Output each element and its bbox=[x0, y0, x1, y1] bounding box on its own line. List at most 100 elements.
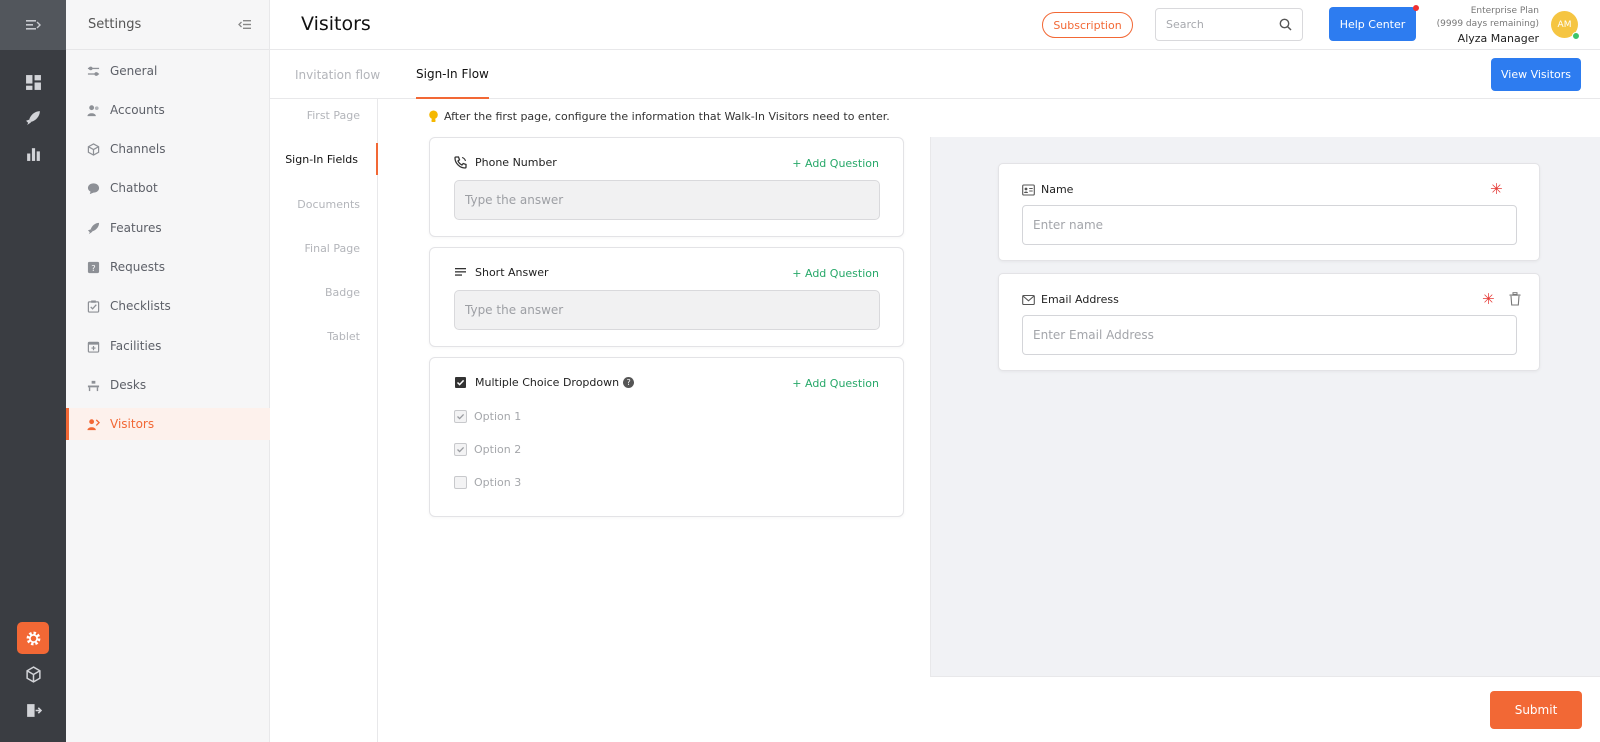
submit-button[interactable]: Submit bbox=[1490, 691, 1582, 729]
option-label: Option 1 bbox=[474, 410, 522, 423]
search-input[interactable] bbox=[1166, 18, 1266, 31]
settings-item-facilities[interactable]: Facilities bbox=[66, 330, 270, 362]
option-item[interactable]: Option 2 bbox=[454, 443, 521, 456]
rail-launch-button[interactable] bbox=[17, 101, 49, 133]
question-square-icon: ? bbox=[87, 261, 99, 273]
visitor-icon bbox=[86, 418, 100, 430]
rail-logout-button[interactable] bbox=[17, 694, 49, 726]
subnav-tablet[interactable]: Tablet bbox=[270, 320, 378, 352]
settings-item-label: Desks bbox=[110, 378, 147, 392]
settings-panel: Settings General Accounts Channels Chatb… bbox=[66, 0, 270, 742]
settings-item-label: Features bbox=[110, 221, 162, 235]
settings-item-features[interactable]: Features bbox=[66, 212, 270, 244]
tab-invitation-flow[interactable]: Invitation flow bbox=[295, 50, 380, 99]
online-status-dot bbox=[1572, 32, 1580, 40]
package-icon bbox=[25, 665, 41, 683]
add-question-button[interactable]: + Add Question bbox=[792, 267, 879, 280]
settings-gear-icon bbox=[26, 631, 40, 645]
configuration-hint: After the first page, configure the info… bbox=[428, 110, 890, 123]
settings-item-label: Requests bbox=[110, 260, 165, 274]
cube-icon bbox=[87, 142, 99, 156]
user-name[interactable]: Alyza Manager bbox=[1395, 31, 1539, 46]
svg-text:?: ? bbox=[91, 262, 95, 272]
checkbox-checked-icon bbox=[455, 377, 466, 388]
settings-item-accounts[interactable]: Accounts bbox=[66, 94, 270, 126]
phone-icon bbox=[454, 156, 467, 169]
mail-icon bbox=[1022, 294, 1035, 305]
app-rail bbox=[0, 0, 66, 742]
settings-item-visitors[interactable]: Visitors bbox=[66, 408, 270, 440]
preview-field-name: Name ✳ bbox=[998, 163, 1540, 261]
search-icon[interactable] bbox=[1279, 18, 1292, 31]
rocket-icon bbox=[87, 222, 99, 234]
sign-in-subnav: First Page Sign-In Fields Documents Fina… bbox=[270, 99, 378, 742]
preview-footer: Submit bbox=[930, 676, 1600, 742]
check-icon bbox=[457, 413, 465, 420]
field-header: Email Address bbox=[1022, 293, 1119, 306]
short-text-icon bbox=[455, 268, 466, 276]
search-box[interactable] bbox=[1155, 8, 1303, 41]
name-input[interactable] bbox=[1022, 205, 1517, 245]
tab-sign-in-flow[interactable]: Sign-In Flow bbox=[416, 50, 489, 99]
plan-name: Enterprise Plan bbox=[1470, 6, 1539, 16]
settings-item-general[interactable]: General bbox=[66, 55, 270, 87]
field-label: Name bbox=[1041, 183, 1074, 196]
add-question-button[interactable]: + Add Question bbox=[792, 377, 879, 390]
preview-field-email: Email Address ✳ bbox=[998, 273, 1540, 371]
email-input[interactable] bbox=[1022, 315, 1517, 355]
subscription-button[interactable]: Subscription bbox=[1042, 12, 1133, 38]
phone-answer-input[interactable] bbox=[454, 180, 880, 220]
rocket-icon bbox=[25, 110, 40, 125]
settings-header: Settings bbox=[66, 0, 269, 50]
short-answer-input[interactable] bbox=[454, 290, 880, 330]
subnav-badge[interactable]: Badge bbox=[270, 276, 378, 308]
settings-item-desks[interactable]: Desks bbox=[66, 369, 270, 401]
rail-settings-button[interactable] bbox=[17, 622, 49, 654]
collapse-panel-icon[interactable] bbox=[238, 19, 251, 30]
option-checkbox[interactable] bbox=[454, 410, 467, 423]
flow-tabs: Invitation flow Sign-In Flow View Visito… bbox=[270, 50, 1600, 99]
chat-bubble-icon bbox=[87, 182, 99, 194]
users-icon bbox=[86, 104, 99, 116]
field-label: Email Address bbox=[1041, 293, 1119, 306]
settings-item-channels[interactable]: Channels bbox=[66, 133, 270, 165]
subnav-first-page[interactable]: First Page bbox=[270, 99, 378, 131]
hint-text: After the first page, configure the info… bbox=[444, 110, 890, 123]
settings-item-requests[interactable]: ? Requests bbox=[66, 251, 270, 283]
add-question-button[interactable]: + Add Question bbox=[792, 157, 879, 170]
question-title: Short Answer bbox=[475, 266, 549, 279]
settings-item-label: Visitors bbox=[110, 417, 155, 431]
trash-icon[interactable] bbox=[1509, 292, 1521, 306]
settings-item-label: Checklists bbox=[110, 299, 171, 313]
settings-item-label: Facilities bbox=[110, 339, 162, 353]
plan-info: Enterprise Plan (9999 days remaining) Al… bbox=[1395, 5, 1539, 46]
rail-package-button[interactable] bbox=[17, 658, 49, 690]
view-visitors-button[interactable]: View Visitors bbox=[1491, 58, 1581, 91]
top-bar: Visitors Subscription Help Center Enterp… bbox=[270, 0, 1600, 50]
option-checkbox[interactable] bbox=[454, 476, 467, 489]
settings-item-checklists[interactable]: Checklists bbox=[66, 290, 270, 322]
page-title: Visitors bbox=[301, 13, 371, 35]
subnav-final-page[interactable]: Final Page bbox=[270, 232, 378, 264]
required-mark: ✳ bbox=[1490, 180, 1503, 198]
option-item[interactable]: Option 3 bbox=[454, 476, 521, 489]
question-title: Phone Number bbox=[475, 156, 557, 169]
subnav-sign-in-fields[interactable]: Sign-In Fields bbox=[270, 143, 378, 175]
desk-icon bbox=[87, 380, 99, 391]
subnav-documents[interactable]: Documents bbox=[270, 188, 378, 220]
help-question-icon[interactable]: ? bbox=[623, 377, 635, 388]
option-item[interactable]: Option 1 bbox=[454, 410, 521, 423]
rail-collapse-button[interactable] bbox=[0, 0, 66, 50]
question-card-phone: Phone Number + Add Question bbox=[429, 137, 904, 237]
settings-item-chatbot[interactable]: Chatbot bbox=[66, 172, 270, 204]
menu-collapse-icon bbox=[26, 20, 41, 30]
lightbulb-icon bbox=[429, 110, 438, 122]
rail-dashboard-button[interactable] bbox=[17, 66, 49, 98]
dashboard-icon bbox=[25, 74, 41, 90]
question-card-multiple-choice: Multiple Choice Dropdown ? + Add Questio… bbox=[429, 357, 904, 517]
rail-analytics-button[interactable] bbox=[17, 137, 49, 169]
option-label: Option 3 bbox=[474, 476, 522, 489]
settings-item-label: General bbox=[110, 64, 158, 78]
question-header: Multiple Choice Dropdown ? bbox=[454, 376, 635, 389]
option-checkbox[interactable] bbox=[454, 443, 467, 456]
